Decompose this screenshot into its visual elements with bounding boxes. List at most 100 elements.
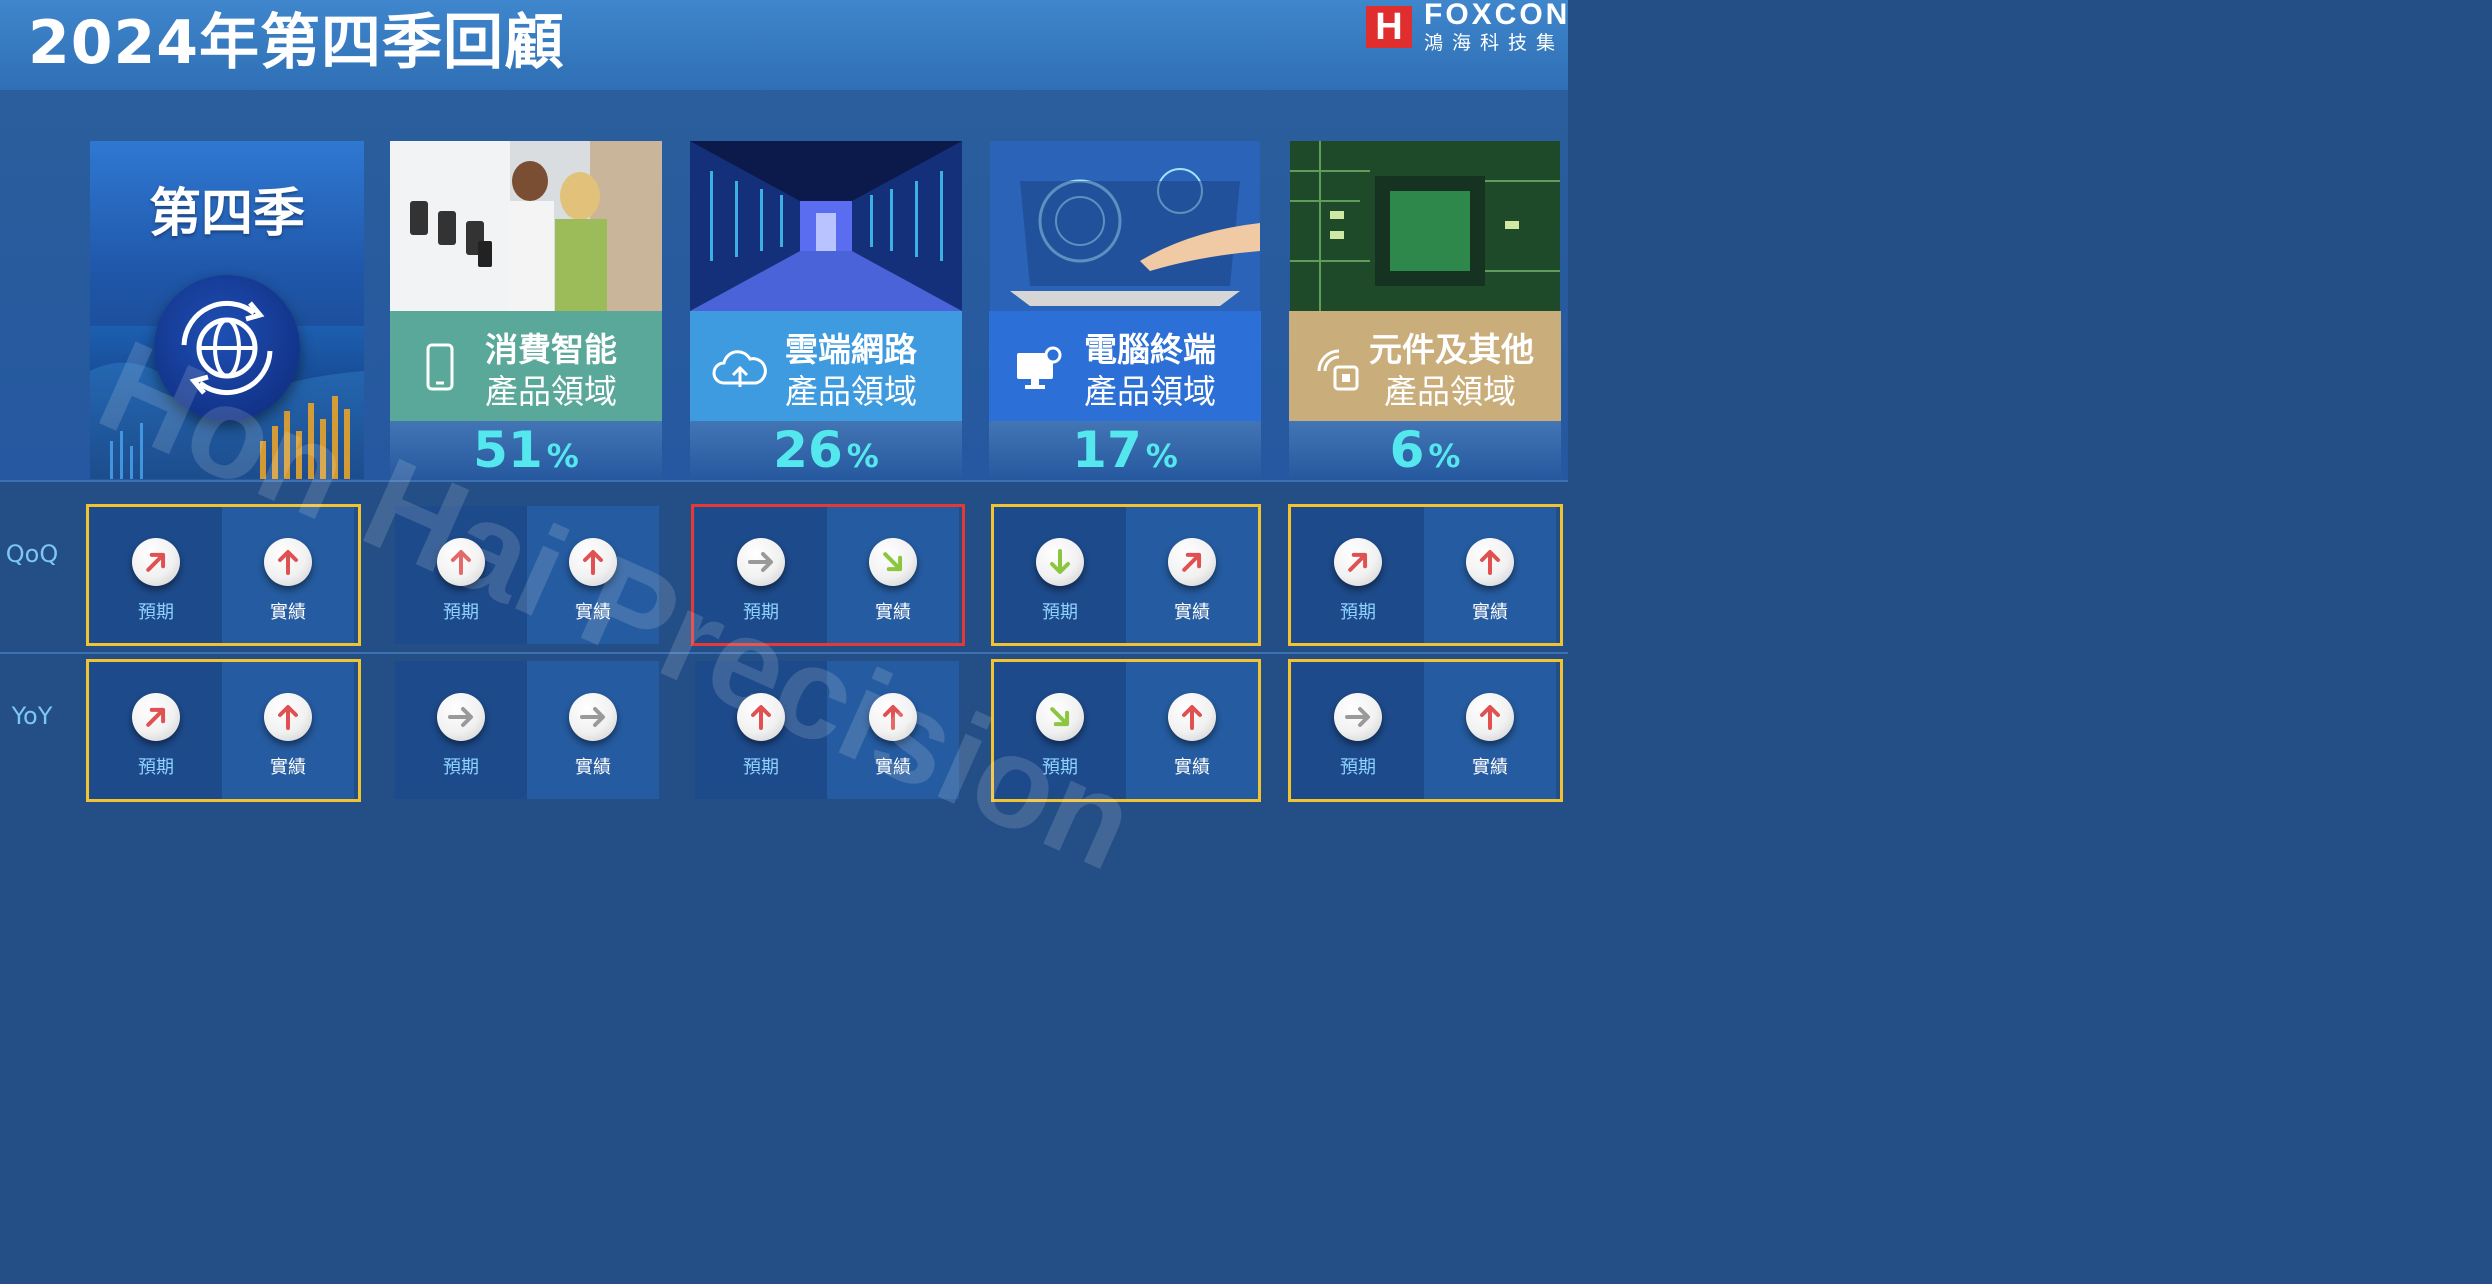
- indicator-yoy-actual: 實績: [827, 661, 959, 799]
- monitor-gear-icon: [1017, 346, 1062, 389]
- indicator-qoq-expected: 預期: [90, 506, 222, 644]
- circuit-board-photo: [1290, 141, 1560, 311]
- trend-arrow-icon: [1334, 693, 1382, 741]
- share-unit: %: [1145, 437, 1178, 475]
- expected-label: 預期: [443, 602, 479, 623]
- expected-label: 預期: [1042, 602, 1078, 623]
- actual-label: 實績: [875, 757, 911, 778]
- indicator-qoq-expected: 預期: [395, 506, 527, 644]
- share-unit: %: [546, 437, 579, 475]
- indicator-qoq-expected: 預期: [994, 506, 1126, 644]
- indicator-qoq-actual: 實績: [1126, 506, 1258, 644]
- trend-arrow-icon: [132, 693, 180, 741]
- segment-subname: 產品領域: [1084, 372, 1216, 411]
- indicator-yoy-actual: 實績: [1126, 661, 1258, 799]
- actual-label: 實績: [875, 602, 911, 623]
- segment-label-bar: 電腦終端 產品領域: [989, 311, 1261, 421]
- segment-name: 雲端網路: [785, 330, 917, 369]
- trend-arrow-icon: [1466, 538, 1514, 586]
- expected-label: 預期: [443, 757, 479, 778]
- expected-label: 預期: [1042, 757, 1078, 778]
- indicator-qoq-actual: 實績: [222, 506, 354, 644]
- smartphone-icon: [426, 343, 454, 391]
- globe-refresh-icon: [154, 275, 300, 421]
- indicator-qoq-actual: 實績: [527, 506, 659, 644]
- segment-subname: 產品領域: [485, 372, 617, 411]
- share-value: 26: [773, 421, 843, 479]
- segment-share: 26%: [690, 421, 962, 479]
- segment-card-components: 元件及其他 產品領域 6%: [1289, 141, 1561, 479]
- trend-arrow-icon: [569, 693, 617, 741]
- segment-share: 6%: [1289, 421, 1561, 479]
- segment-name: 電腦終端: [1084, 330, 1216, 369]
- trend-arrow-icon: [1168, 538, 1216, 586]
- segment-label-bar: 元件及其他 產品領域: [1289, 311, 1561, 421]
- segment-subname: 產品領域: [785, 372, 917, 411]
- indicator-yoy-expected: 預期: [1292, 661, 1424, 799]
- expected-label: 預期: [1340, 602, 1376, 623]
- logo-text-zh: 鴻海科技集: [1424, 32, 1565, 52]
- indicator-yoy-expected: 預期: [994, 661, 1126, 799]
- trend-arrow-icon: [264, 538, 312, 586]
- row-label-yoy: YoY: [11, 702, 53, 730]
- indicator-yoy-actual: 實績: [222, 661, 354, 799]
- indicator-qoq-actual: 實績: [827, 506, 959, 644]
- segment-card-cloud: 雲端網路 產品領域 26%: [690, 141, 962, 479]
- logo-mark: H: [1366, 6, 1412, 48]
- segment-label-bar: 消費智能 產品領域: [390, 311, 662, 421]
- segment-card-computing: 電腦終端 產品領域 17%: [989, 141, 1261, 479]
- share-value: 51: [473, 421, 543, 479]
- trend-arrow-icon: [132, 538, 180, 586]
- indicator-qoq-expected: 預期: [1292, 506, 1424, 644]
- trend-arrow-icon: [1466, 693, 1514, 741]
- trend-arrow-icon: [869, 538, 917, 586]
- segment-label-bar: 雲端網路 產品領域: [690, 311, 962, 421]
- trend-arrow-icon: [1036, 693, 1084, 741]
- expected-label: 預期: [138, 757, 174, 778]
- trend-arrow-icon: [869, 693, 917, 741]
- actual-label: 實績: [575, 757, 611, 778]
- indicator-yoy-actual: 實績: [527, 661, 659, 799]
- segment-card-consumer: 消費智能 產品領域 51%: [390, 141, 662, 479]
- indicator-qoq-expected: 預期: [695, 506, 827, 644]
- cloud-upload-icon: [712, 350, 767, 387]
- segment-share: 51%: [390, 421, 662, 479]
- share-value: 6: [1389, 421, 1425, 479]
- consumer-store-photo: [390, 141, 662, 311]
- share-unit: %: [1428, 437, 1461, 475]
- q4-title: 第四季: [148, 184, 305, 244]
- row-label-qoq: QoQ: [5, 540, 59, 568]
- chip-signal-icon: [1317, 349, 1359, 391]
- indicator-yoy-expected: 預期: [90, 661, 222, 799]
- header-bar: 2024年第四季回顧 H FOXCON 鴻海科技集: [0, 0, 1568, 90]
- actual-label: 實績: [1174, 602, 1210, 623]
- segment-name: 消費智能: [485, 330, 617, 369]
- divider: [0, 652, 1568, 654]
- actual-label: 實績: [1472, 757, 1508, 778]
- trend-arrow-icon: [264, 693, 312, 741]
- datacenter-photo: [690, 141, 962, 311]
- laptop-hologram-photo: [990, 141, 1260, 311]
- trend-arrow-icon: [737, 693, 785, 741]
- segment-name: 元件及其他: [1369, 330, 1534, 369]
- share-value: 17: [1072, 421, 1142, 479]
- share-unit: %: [846, 437, 879, 475]
- trend-arrow-icon: [737, 538, 785, 586]
- segment-subname: 產品領域: [1384, 372, 1516, 411]
- indicator-yoy-expected: 預期: [695, 661, 827, 799]
- trend-arrow-icon: [1334, 538, 1382, 586]
- expected-label: 預期: [743, 602, 779, 623]
- actual-label: 實績: [1174, 757, 1210, 778]
- trend-arrow-icon: [569, 538, 617, 586]
- foxconn-logo: H FOXCON 鴻海科技集: [1366, 2, 1568, 52]
- trend-arrow-icon: [437, 538, 485, 586]
- page-title: 2024年第四季回顧: [28, 8, 565, 78]
- trend-arrow-icon: [1036, 538, 1084, 586]
- actual-label: 實績: [575, 602, 611, 623]
- actual-label: 實績: [270, 602, 306, 623]
- trend-arrow-icon: [437, 693, 485, 741]
- divider: [0, 480, 1568, 482]
- actual-label: 實績: [1472, 602, 1508, 623]
- expected-label: 預期: [743, 757, 779, 778]
- indicator-yoy-expected: 預期: [395, 661, 527, 799]
